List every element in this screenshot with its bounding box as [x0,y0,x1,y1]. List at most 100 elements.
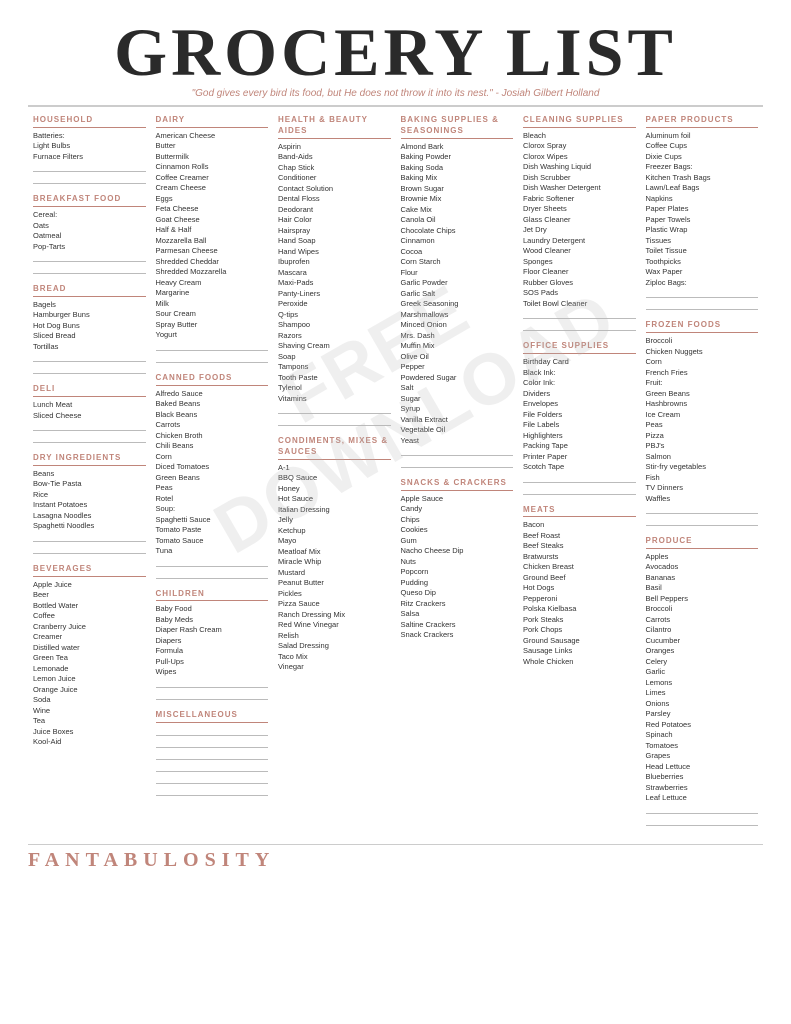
list-item: Corn Starch [401,257,514,268]
list-item: Peas [646,420,759,431]
section-title-5-1: FROZEN FOODS [646,320,759,333]
list-item: Cucumber [646,636,759,647]
list-item: Clorox Wipes [523,152,636,163]
list-item: Spinach [646,730,759,741]
column-0: HOUSEHOLDBatteries:Light BulbsFurnace Fi… [28,115,151,836]
list-item: Yogurt [156,330,269,341]
list-item: Dish Scrubber [523,173,636,184]
list-item: Head Lettuce [646,762,759,773]
list-item: Lemons [646,678,759,689]
footer: FANTABULOSITY [28,844,763,872]
list-item: Juice Boxes [33,727,146,738]
list-item: Hot Sauce [278,494,391,505]
list-item: SOS Pads [523,288,636,299]
list-item: Dental Floss [278,194,391,205]
list-item: Vegetable Oil [401,425,514,436]
blank-line [33,364,146,374]
list-item: Cinnamon [401,236,514,247]
list-item: Italian Dressing [278,505,391,516]
list-item: Apple Juice [33,580,146,591]
list-item: Brown Sugar [401,184,514,195]
list-item: Green Beans [646,389,759,400]
list-item: Pickles [278,589,391,600]
list-item: Toilet Bowl Cleaner [523,299,636,310]
section-title-0-4: DRY INGREDIENTS [33,453,146,466]
list-item: Soup: [156,504,269,515]
blank-line [156,750,269,760]
list-item: Beef Steaks [523,541,636,552]
blank-line [646,816,759,826]
list-item: A-1 [278,463,391,474]
list-item: Ground Sausage [523,636,636,647]
blank-line [401,458,514,468]
list-item: Furnace Filters [33,152,146,163]
list-item: Tampons [278,362,391,373]
list-item: Maxi-Pads [278,278,391,289]
main-title: GROCERY LIST [28,18,763,86]
list-item: Ziploc Bags: [646,278,759,289]
section-3-1: SNACKS & CRACKERSApple SauceCandyChipsCo… [401,478,514,641]
list-item: Corn [156,452,269,463]
list-item: Blueberries [646,772,759,783]
blank-line [646,504,759,514]
list-item: Mascara [278,268,391,279]
list-item: Scotch Tape [523,462,636,473]
list-item: Cocoa [401,247,514,258]
list-item: Leaf Lettuce [646,793,759,804]
list-item: Yeast [401,436,514,447]
list-item: Mozzarella Ball [156,236,269,247]
list-item: BBQ Sauce [278,473,391,484]
blank-line [156,557,269,567]
list-item: Pizza [646,431,759,442]
list-item: French Fries [646,368,759,379]
section-title-2-1: CONDIMENTS, MIXES & SAUCES [278,436,391,460]
list-item: Chocolate Chips [401,226,514,237]
list-item: Saltine Crackers [401,620,514,631]
list-item: Ranch Dressing Mix [278,610,391,621]
list-item: Celery [646,657,759,668]
list-item: Ibuprofen [278,257,391,268]
list-item: Packing Tape [523,441,636,452]
list-item: Aluminum foil [646,131,759,142]
blank-line [156,726,269,736]
list-item: Hot Dog Buns [33,321,146,332]
list-item: Wood Cleaner [523,246,636,257]
list-item: Kitchen Trash Bags [646,173,759,184]
blank-line [156,774,269,784]
list-item: Paper Towels [646,215,759,226]
list-item: Syrup [401,404,514,415]
list-item: Garlic Salt [401,289,514,300]
list-item: Fruit: [646,378,759,389]
list-item: Razors [278,331,391,342]
section-title-1-2: CHILDREN [156,589,269,602]
column-5: PAPER PRODUCTSAluminum foilCoffee CupsDi… [641,115,764,836]
list-item: Salad Dressing [278,641,391,652]
list-item: Batteries: [33,131,146,142]
list-item: Wine [33,706,146,717]
list-item: Canola Oil [401,215,514,226]
list-item: Bow-Tie Pasta [33,479,146,490]
list-item: Muffin Mix [401,341,514,352]
list-item: PBJ's [646,441,759,452]
list-item: Pork Steaks [523,615,636,626]
list-item: Dixie Cups [646,152,759,163]
list-item: Pork Chops [523,625,636,636]
section-3-0: BAKING SUPPLIES & SEASONINGSAlmond BarkB… [401,115,514,468]
list-item: Cranberry Juice [33,622,146,633]
list-item: Hand Wipes [278,247,391,258]
list-item: Soda [33,695,146,706]
list-item: File Labels [523,420,636,431]
list-item: Formula [156,646,269,657]
list-item: Contact Solution [278,184,391,195]
section-title-0-3: DELI [33,384,146,397]
list-item: Minced Onion [401,320,514,331]
section-5-0: PAPER PRODUCTSAluminum foilCoffee CupsDi… [646,115,759,310]
list-item: Shaving Cream [278,341,391,352]
list-item: Baking Powder [401,152,514,163]
list-item: Highlighters [523,431,636,442]
list-item: Strawberries [646,783,759,794]
list-item: Tuna [156,546,269,557]
list-item: Stir-fry vegetables [646,462,759,473]
list-item: Ice Cream [646,410,759,421]
list-item: Green Beans [156,473,269,484]
